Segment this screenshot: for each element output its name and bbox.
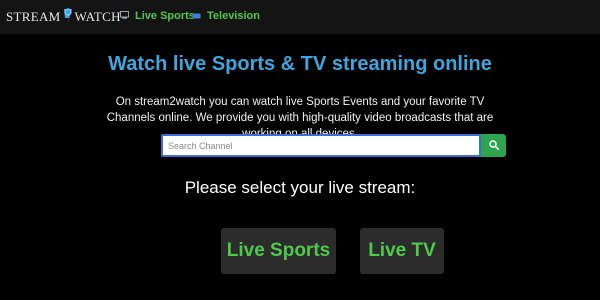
stream-select-heading: Please select your live stream: xyxy=(184,178,416,197)
search-button[interactable] xyxy=(481,134,506,157)
nav-live-sports-link[interactable]: Live Sports xyxy=(120,10,195,22)
logo-text-left: STREAM xyxy=(6,9,61,24)
tv-monitor-icon xyxy=(120,10,129,22)
top-navbar: STREAM WATCH Live Sports Television xyxy=(0,0,600,34)
tv-icon xyxy=(192,10,201,22)
page-title: Watch live Sports & TV streaming online xyxy=(108,53,492,75)
logo-text-right: WATCH xyxy=(74,9,121,24)
search-channel-input[interactable] xyxy=(161,134,481,157)
nav-television-label: Television xyxy=(207,10,260,22)
live-sports-button[interactable]: Live Sports xyxy=(221,228,336,274)
site-logo[interactable]: STREAM WATCH xyxy=(6,0,121,34)
nav-live-sports-label: Live Sports xyxy=(135,10,195,22)
search-icon xyxy=(488,138,499,153)
nav-television-link[interactable]: Television xyxy=(192,10,260,22)
logo-mark-icon xyxy=(62,7,74,27)
live-tv-button[interactable]: Live TV xyxy=(360,228,444,274)
channel-search-bar xyxy=(161,134,506,157)
